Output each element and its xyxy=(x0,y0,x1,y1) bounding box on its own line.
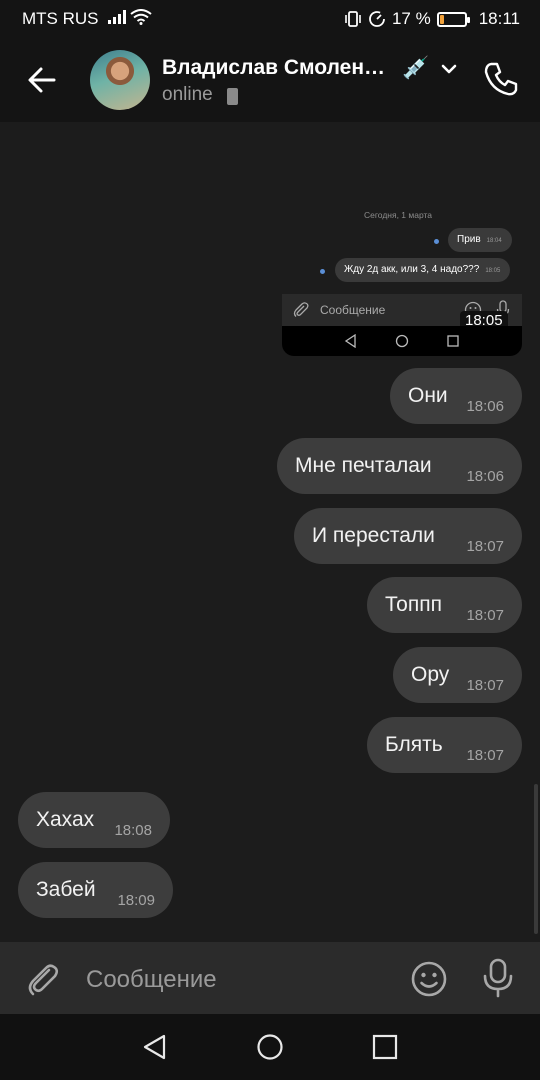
scrollbar[interactable] xyxy=(534,784,538,934)
microphone-icon[interactable] xyxy=(480,958,516,998)
message-bubble-outgoing[interactable]: Они 18:06 xyxy=(390,368,522,424)
message-text: И перестали xyxy=(312,524,435,547)
message-time: 18:09 xyxy=(117,892,155,909)
read-dot-icon xyxy=(320,269,325,274)
message-time: 18:07 xyxy=(466,538,504,555)
wifi-icon xyxy=(130,9,152,25)
message-text: Мне печталаи xyxy=(295,454,432,477)
message-list[interactable]: Сегодня, 1 марта Прив 18:04 Жду 2д акк, и… xyxy=(0,122,540,942)
message-bubble-outgoing[interactable]: Топпп 18:07 xyxy=(367,577,522,633)
message-text: Ору xyxy=(411,663,450,686)
embedded-bubble: Жду 2д акк, или 3, 4 надо??? 18:05 xyxy=(335,258,511,282)
message-time: 18:07 xyxy=(466,607,504,624)
phone-icon[interactable] xyxy=(482,60,520,98)
mobile-device-icon xyxy=(227,88,238,105)
image-message[interactable]: Сегодня, 1 марта Прив 18:04 Жду 2д акк, и… xyxy=(282,180,522,356)
message-composer: Сообщение xyxy=(0,942,540,1014)
message-bubble-outgoing[interactable]: И перестали 18:07 xyxy=(294,508,522,564)
status-bar: MTS RUS 17 % 18:11 xyxy=(0,0,540,36)
message-text: Они xyxy=(408,384,448,407)
read-dot-icon xyxy=(434,239,439,244)
chevron-down-icon[interactable] xyxy=(438,58,460,80)
recents-square-icon[interactable] xyxy=(370,1032,400,1062)
smile-icon[interactable] xyxy=(410,960,448,998)
carrier-name: MTS RUS xyxy=(22,9,99,28)
battery-percent: 17 % xyxy=(391,9,431,28)
system-navbar xyxy=(0,1014,540,1080)
battery-icon xyxy=(436,11,470,27)
message-time: 18:06 xyxy=(466,398,504,415)
message-time: 18:07 xyxy=(466,747,504,764)
embedded-date: Сегодня, 1 марта xyxy=(364,210,433,220)
contact-name[interactable]: Владислав Смолен… xyxy=(162,56,397,80)
message-text: Хахах xyxy=(36,808,95,831)
message-bubble-outgoing[interactable]: Ору 18:07 xyxy=(393,647,522,703)
message-input[interactable]: Сообщение xyxy=(86,966,217,994)
chat-header: Владислав Смолен… 💉 online xyxy=(0,36,540,122)
embedded-input-placeholder: Сообщение xyxy=(320,303,386,317)
arrow-left-icon[interactable] xyxy=(24,62,60,98)
paperclip-icon[interactable] xyxy=(24,960,62,998)
vibrate-icon xyxy=(345,11,361,27)
message-text: Забей xyxy=(36,878,96,901)
message-text: Блять xyxy=(385,733,443,756)
home-circle-icon[interactable] xyxy=(255,1032,285,1062)
data-saver-icon xyxy=(369,11,385,27)
signal-icon xyxy=(108,10,126,24)
message-time: 18:07 xyxy=(466,677,504,694)
embedded-bubble: Прив 18:04 xyxy=(448,228,512,252)
paperclip-icon xyxy=(293,302,309,317)
message-bubble-incoming[interactable]: Хахах 18:08 xyxy=(18,792,170,848)
message-bubble-outgoing[interactable]: Мне печталаи 18:06 xyxy=(277,438,522,494)
back-triangle-icon xyxy=(344,334,356,348)
message-bubble-incoming[interactable]: Забей 18:09 xyxy=(18,862,173,918)
message-time: 18:06 xyxy=(466,468,504,485)
back-triangle-icon[interactable] xyxy=(140,1032,170,1062)
contact-status: online xyxy=(162,84,213,105)
message-text: Топпп xyxy=(385,593,442,616)
embedded-navbar xyxy=(282,326,522,356)
clock: 18:11 xyxy=(478,9,520,28)
avatar[interactable] xyxy=(90,50,150,110)
home-circle-icon xyxy=(395,334,409,348)
syringe-emoji: 💉 xyxy=(402,55,430,80)
message-bubble-outgoing[interactable]: Блять 18:07 xyxy=(367,717,522,773)
message-time: 18:08 xyxy=(114,822,152,839)
recents-square-icon xyxy=(447,335,459,347)
